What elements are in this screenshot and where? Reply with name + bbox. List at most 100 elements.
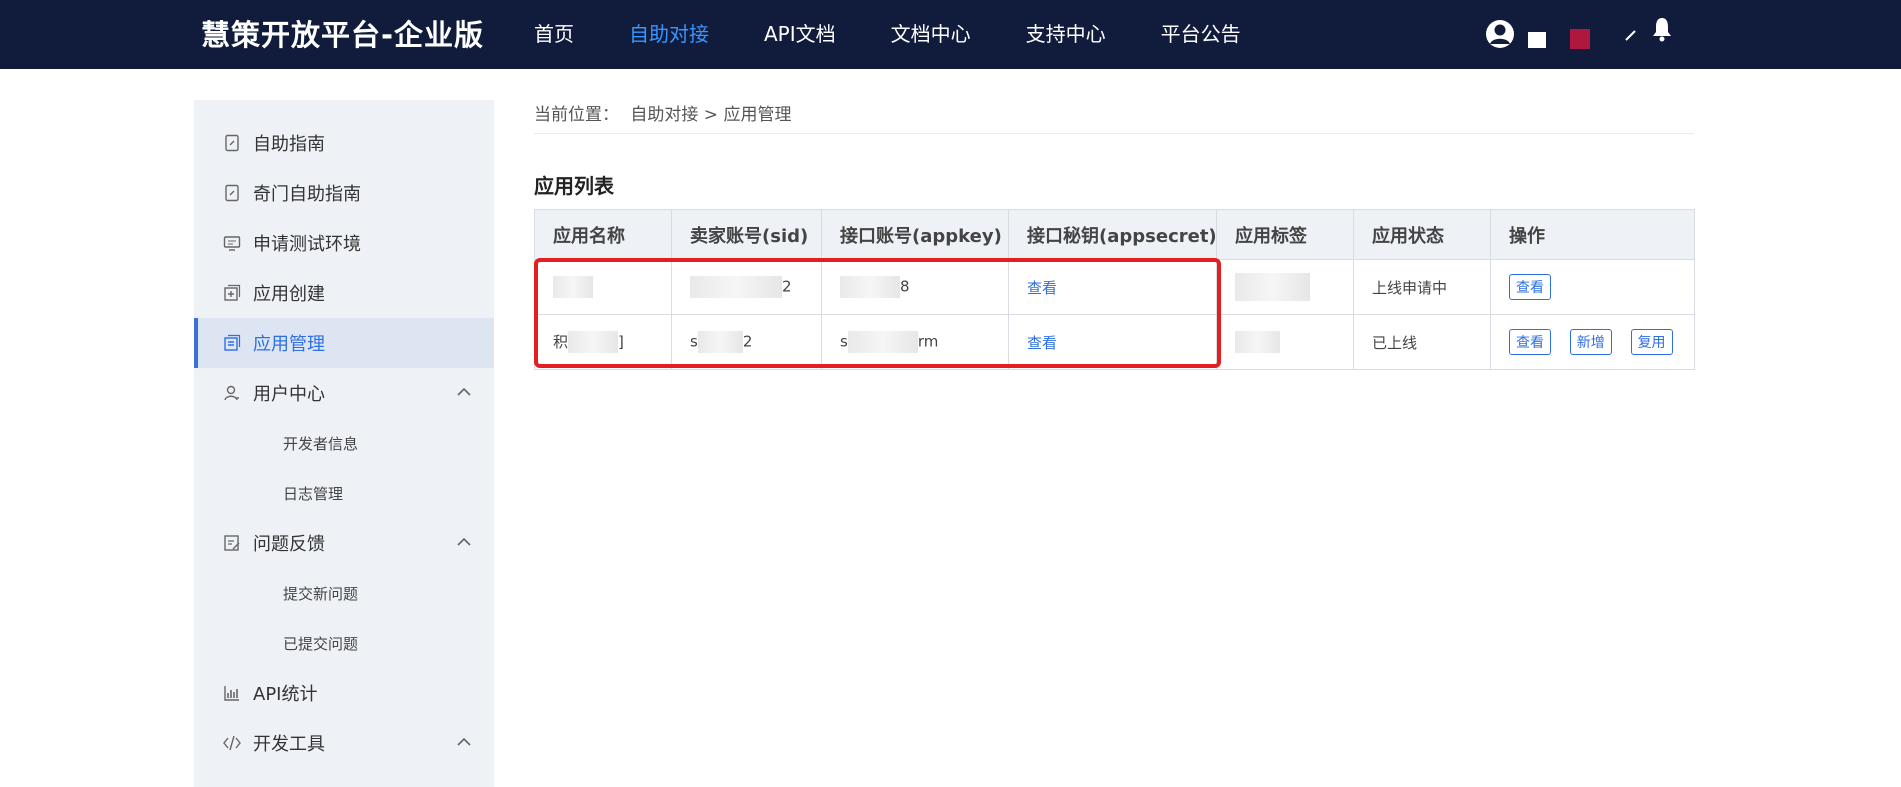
- sidebar-item-label: 问题反馈: [253, 534, 325, 555]
- sidebar-item-test-env[interactable]: 申请测试环境: [194, 218, 494, 268]
- feedback-icon: [224, 535, 240, 551]
- cell-app-status: 已上线: [1353, 314, 1491, 370]
- breadcrumb: 当前位置： 自助对接 > 应用管理: [534, 100, 797, 125]
- edit-icon[interactable]: [1624, 28, 1638, 42]
- top-navbar: 慧策开放平台-企业版 首页 自助对接 API文档 文档中心 支持中心 平台公告: [0, 0, 1901, 69]
- sidebar-item-label: 用户中心: [253, 384, 325, 405]
- sid-suffix: 2: [782, 277, 792, 296]
- sidebar-item-label: 应用创建: [253, 284, 325, 305]
- sidebar-subitem-developer-info[interactable]: 开发者信息: [194, 418, 494, 468]
- sidebar-item-qimen-guide[interactable]: 奇门自助指南: [194, 168, 494, 218]
- nav-self-service[interactable]: 自助对接: [629, 0, 709, 69]
- sidebar-item-label: 奇门自助指南: [253, 184, 361, 205]
- bar-chart-icon: [224, 686, 239, 701]
- sidebar-subitem-submit-issue[interactable]: 提交新问题: [194, 568, 494, 618]
- nav-announcements[interactable]: 平台公告: [1161, 0, 1241, 69]
- cell-appkey: s rm: [821, 314, 1009, 370]
- view-secret-link[interactable]: 查看: [1027, 279, 1057, 297]
- column-header-actions: 操作: [1490, 209, 1695, 260]
- cell-appkey: 8: [821, 259, 1009, 315]
- cell-actions: 查看: [1490, 259, 1695, 315]
- sidebar-item-feedback[interactable]: 问题反馈: [194, 518, 494, 568]
- user-icon: [224, 385, 239, 401]
- cell-sid: s2: [671, 314, 822, 370]
- cell-actions: 查看 新增 复用: [1490, 314, 1695, 370]
- monitor-icon: [223, 236, 241, 251]
- nav-api-docs[interactable]: API文档: [764, 0, 836, 69]
- brand-title[interactable]: 慧策开放平台-企业版: [201, 12, 484, 54]
- nav-support-center[interactable]: 支持中心: [1026, 0, 1106, 69]
- column-header-appsecret: 接口秘钥(appsecret): [1008, 209, 1217, 260]
- chevron-up-icon[interactable]: [456, 386, 472, 398]
- redacted-mask: [847, 331, 918, 353]
- redacted-mask: [840, 276, 900, 298]
- sidebar: 自助指南 奇门自助指南 申请测试环境 应用创建 应用管理 用户中心 开发者信息 …: [194, 100, 494, 787]
- sidebar-subitem-label: 已提交问题: [283, 635, 359, 653]
- app-name-suffix: ]: [618, 332, 624, 351]
- sidebar-item-guide[interactable]: 自助指南: [194, 118, 494, 168]
- section-title: 应用列表: [534, 174, 614, 198]
- sidebar-subitem-label: 提交新问题: [283, 585, 359, 603]
- reuse-button[interactable]: 复用: [1630, 329, 1673, 355]
- username-mask: [1528, 32, 1546, 48]
- column-header-appkey: 接口账号(appkey): [821, 209, 1009, 260]
- code-icon: [223, 735, 241, 751]
- sidebar-item-app-create[interactable]: 应用创建: [194, 268, 494, 318]
- cell-sid: 2: [671, 259, 822, 315]
- app-manage-icon: [224, 334, 241, 351]
- view-button[interactable]: 查看: [1509, 274, 1551, 300]
- column-header-sid: 卖家账号(sid): [671, 209, 822, 260]
- column-header-app-tag: 应用标签: [1216, 209, 1354, 260]
- table-row: 积] s2 s rm 查看 已上线 查看 新增 复用: [534, 314, 1695, 370]
- sidebar-item-user-center[interactable]: 用户中心: [194, 368, 494, 418]
- sidebar-item-dev-tools[interactable]: 开发工具: [194, 718, 494, 768]
- main-nav: 首页 自助对接 API文档 文档中心 支持中心 平台公告: [534, 0, 1296, 69]
- column-header-app-status: 应用状态: [1353, 209, 1491, 260]
- sidebar-subitem-submitted-issues[interactable]: 已提交问题: [194, 618, 494, 668]
- cell-app-status: 上线申请中: [1353, 259, 1491, 315]
- sidebar-item-app-manage[interactable]: 应用管理: [194, 318, 494, 368]
- cell-app-tag: [1216, 314, 1354, 370]
- app-name-prefix: 积: [553, 332, 569, 351]
- table-row: 2 8 查看 上线申请中 查看: [534, 259, 1695, 315]
- redacted-mask: [1235, 331, 1280, 353]
- sidebar-item-label: 应用管理: [253, 334, 325, 355]
- cell-appsecret: 查看: [1008, 314, 1217, 370]
- user-avatar-icon[interactable]: [1485, 19, 1515, 49]
- user-area: [1480, 16, 1680, 52]
- sidebar-item-label: 自助指南: [253, 134, 325, 155]
- sidebar-item-label: API统计: [253, 684, 318, 705]
- add-button[interactable]: 新增: [1569, 329, 1612, 355]
- sidebar-subitem-label: 日志管理: [283, 485, 344, 503]
- app-list-table: 应用名称 卖家账号(sid) 接口账号(appkey) 接口秘钥(appsecr…: [534, 209, 1695, 370]
- sidebar-subitem-label: 开发者信息: [283, 435, 359, 453]
- breadcrumb-path[interactable]: 自助对接 > 应用管理: [630, 105, 791, 125]
- add-box-icon: [224, 284, 241, 301]
- chevron-up-icon[interactable]: [456, 536, 472, 548]
- guide-doc-icon: [225, 184, 239, 202]
- cell-appsecret: 查看: [1008, 259, 1217, 315]
- redacted-mask: [697, 331, 743, 353]
- sidebar-item-label: 开发工具: [253, 734, 325, 755]
- column-header-app-name: 应用名称: [534, 209, 672, 260]
- view-secret-link[interactable]: 查看: [1027, 334, 1057, 352]
- sid-suffix: 2: [742, 332, 753, 351]
- nav-doc-center[interactable]: 文档中心: [891, 0, 971, 69]
- sidebar-item-api-stats[interactable]: API统计: [194, 668, 494, 718]
- account-mask: [1570, 29, 1590, 49]
- cell-app-tag: [1216, 259, 1354, 315]
- sid-prefix: s: [690, 332, 698, 351]
- view-button[interactable]: 查看: [1509, 329, 1551, 355]
- chevron-up-icon[interactable]: [456, 736, 472, 748]
- appkey-prefix: s: [840, 332, 848, 351]
- bell-icon[interactable]: [1651, 16, 1673, 42]
- guide-doc-icon: [225, 134, 239, 152]
- appkey-suffix: 8: [900, 277, 910, 296]
- cell-app-name: 积]: [534, 314, 672, 370]
- table-header-row: 应用名称 卖家账号(sid) 接口账号(appkey) 接口秘钥(appsecr…: [534, 209, 1695, 260]
- redacted-mask: [568, 331, 619, 354]
- breadcrumb-prefix: 当前位置：: [534, 105, 619, 125]
- redacted-mask: [1235, 273, 1310, 301]
- sidebar-subitem-log-manage[interactable]: 日志管理: [194, 468, 494, 518]
- nav-home[interactable]: 首页: [534, 0, 574, 69]
